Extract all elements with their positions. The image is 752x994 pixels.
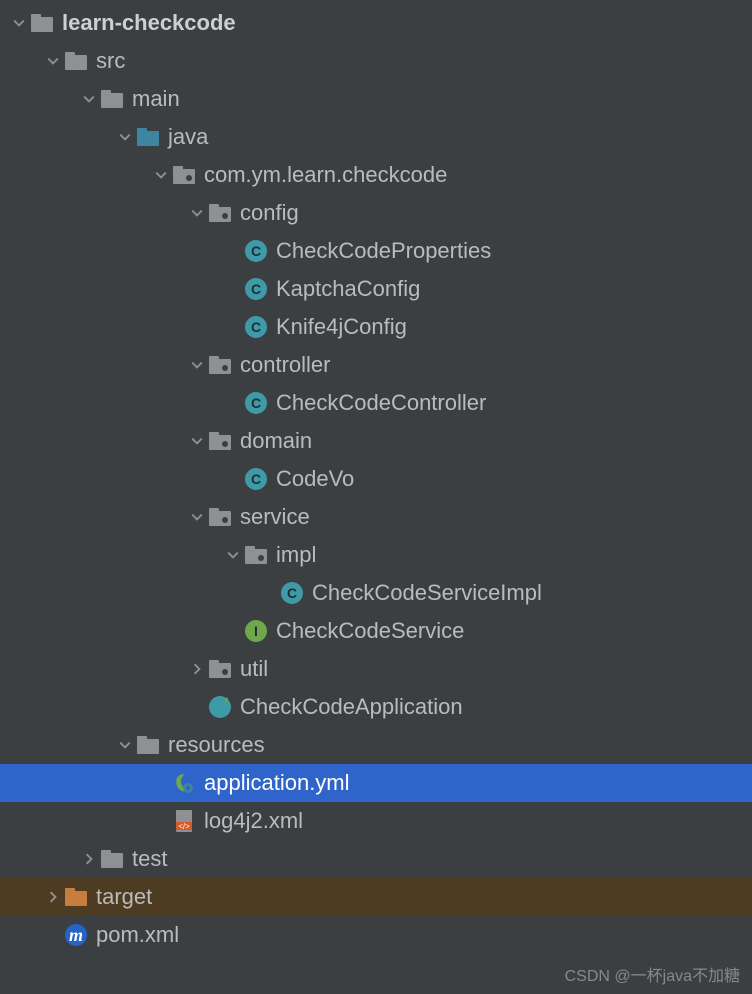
- tree-item-pom[interactable]: m pom.xml: [0, 916, 752, 954]
- tree-item-label: domain: [240, 428, 312, 454]
- class-icon: C: [244, 391, 268, 415]
- watermark: CSDN @一杯java不加糖: [565, 962, 740, 986]
- tree-item-target[interactable]: target: [0, 878, 752, 916]
- chevron-down-icon: [114, 739, 136, 751]
- chevron-right-icon: [186, 663, 208, 675]
- folder-icon: [64, 49, 88, 73]
- chevron-down-icon: [78, 93, 100, 105]
- class-icon: C: [244, 277, 268, 301]
- package-icon: [244, 543, 268, 567]
- chevron-down-icon: [222, 549, 244, 561]
- tree-item-application-yml[interactable]: application.yml: [0, 764, 752, 802]
- tree-item-class[interactable]: C KaptchaConfig: [0, 270, 752, 308]
- tree-item-label: log4j2.xml: [204, 808, 303, 834]
- tree-item-label: util: [240, 656, 268, 682]
- tree-item-label: src: [96, 48, 125, 74]
- tree-item-label: CheckCodeService: [276, 618, 464, 644]
- tree-item-resources[interactable]: resources: [0, 726, 752, 764]
- tree-item-label: config: [240, 200, 299, 226]
- tree-item-class[interactable]: CheckCodeApplication: [0, 688, 752, 726]
- tree-item-config[interactable]: config: [0, 194, 752, 232]
- tree-item-class[interactable]: C CheckCodeController: [0, 384, 752, 422]
- chevron-down-icon: [186, 435, 208, 447]
- spring-boot-class-icon: [208, 695, 232, 719]
- tree-item-test[interactable]: test: [0, 840, 752, 878]
- tree-item-label: impl: [276, 542, 316, 568]
- tree-item-label: com.ym.learn.checkcode: [204, 162, 447, 188]
- project-tree: learn-checkcode src main java com.ym.lea…: [0, 0, 752, 954]
- tree-item-label: learn-checkcode: [62, 10, 236, 36]
- folder-icon: [100, 87, 124, 111]
- excluded-folder-icon: [64, 885, 88, 909]
- tree-item-src[interactable]: src: [0, 42, 752, 80]
- tree-item-label: service: [240, 504, 310, 530]
- chevron-down-icon: [150, 169, 172, 181]
- tree-item-domain[interactable]: domain: [0, 422, 752, 460]
- folder-icon: [30, 11, 54, 35]
- tree-item-label: main: [132, 86, 180, 112]
- tree-item-log4j2[interactable]: </> log4j2.xml: [0, 802, 752, 840]
- tree-item-package[interactable]: com.ym.learn.checkcode: [0, 156, 752, 194]
- chevron-down-icon: [186, 207, 208, 219]
- chevron-down-icon: [114, 131, 136, 143]
- package-icon: [208, 657, 232, 681]
- spring-config-icon: [172, 771, 196, 795]
- tree-item-controller[interactable]: controller: [0, 346, 752, 384]
- chevron-down-icon: [8, 17, 30, 29]
- tree-item-label: application.yml: [204, 770, 350, 796]
- maven-icon: m: [64, 923, 88, 947]
- class-icon: C: [244, 239, 268, 263]
- package-icon: [208, 353, 232, 377]
- tree-item-label: test: [132, 846, 167, 872]
- package-icon: [208, 201, 232, 225]
- chevron-down-icon: [186, 359, 208, 371]
- tree-item-java[interactable]: java: [0, 118, 752, 156]
- tree-item-label: CheckCodeProperties: [276, 238, 491, 264]
- interface-icon: I: [244, 619, 268, 643]
- svg-text:</>: </>: [178, 822, 190, 831]
- source-folder-icon: [136, 125, 160, 149]
- tree-item-label: Knife4jConfig: [276, 314, 407, 340]
- tree-item-label: CodeVo: [276, 466, 354, 492]
- package-icon: [208, 505, 232, 529]
- tree-item-label: resources: [168, 732, 265, 758]
- resources-folder-icon: [136, 733, 160, 757]
- tree-item-util[interactable]: util: [0, 650, 752, 688]
- tree-item-label: java: [168, 124, 208, 150]
- tree-item-root[interactable]: learn-checkcode: [0, 4, 752, 42]
- tree-item-label: pom.xml: [96, 922, 179, 948]
- class-icon: C: [244, 315, 268, 339]
- folder-icon: [100, 847, 124, 871]
- tree-item-class[interactable]: C CheckCodeServiceImpl: [0, 574, 752, 612]
- tree-item-main[interactable]: main: [0, 80, 752, 118]
- tree-item-impl[interactable]: impl: [0, 536, 752, 574]
- chevron-right-icon: [78, 853, 100, 865]
- package-icon: [208, 429, 232, 453]
- tree-item-label: target: [96, 884, 152, 910]
- tree-item-label: CheckCodeController: [276, 390, 486, 416]
- tree-item-label: controller: [240, 352, 330, 378]
- tree-item-service[interactable]: service: [0, 498, 752, 536]
- tree-item-class[interactable]: C Knife4jConfig: [0, 308, 752, 346]
- tree-item-class[interactable]: C CodeVo: [0, 460, 752, 498]
- chevron-down-icon: [186, 511, 208, 523]
- tree-item-class[interactable]: C CheckCodeProperties: [0, 232, 752, 270]
- chevron-down-icon: [42, 55, 64, 67]
- xml-file-icon: </>: [172, 809, 196, 833]
- class-icon: C: [244, 467, 268, 491]
- tree-item-label: CheckCodeServiceImpl: [312, 580, 542, 606]
- class-icon: C: [280, 581, 304, 605]
- chevron-right-icon: [42, 891, 64, 903]
- package-icon: [172, 163, 196, 187]
- tree-item-label: KaptchaConfig: [276, 276, 420, 302]
- tree-item-label: CheckCodeApplication: [240, 694, 463, 720]
- tree-item-interface[interactable]: I CheckCodeService: [0, 612, 752, 650]
